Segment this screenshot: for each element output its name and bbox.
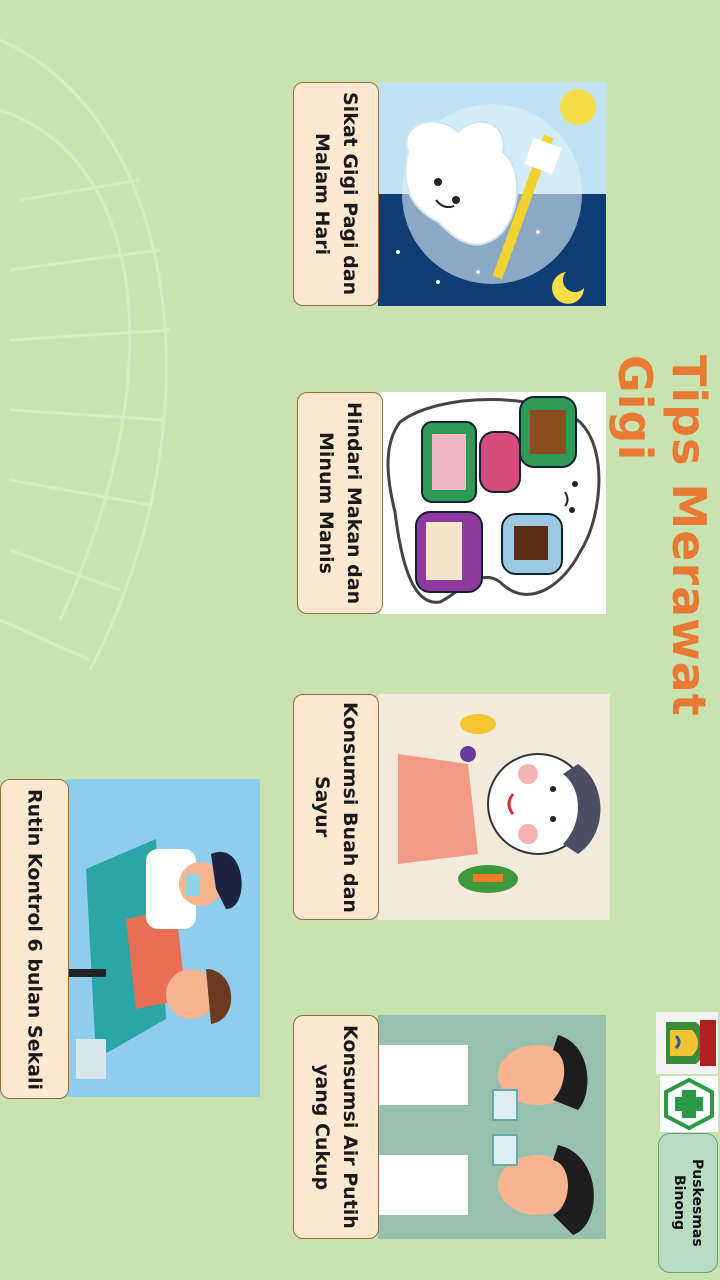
page-title: Tips Merawat Gigi [608,355,716,717]
city-emblem [656,1012,718,1074]
tip-water-label: Konsumsi Air Putih yang Cukup [293,1015,379,1239]
tip-water-image [378,1015,606,1239]
tip-sweets-label: Hindari Makan dan Minum Manis [297,392,383,614]
tip-checkup-image [66,779,260,1097]
emblem-icon [656,1012,718,1074]
tip-brush-label: Sikat Gigi Pagi dan Malam Hari [293,82,379,306]
poster-canvas: Tips Merawat Gigi Sikat Gigi Pagi dan Ma… [0,0,720,1280]
leaf-watermark [0,38,171,671]
tip-fruit-label: Konsumsi Buah dan Sayur [293,694,379,920]
puskesmas-badge: Puskesmas Binong [658,1133,718,1273]
tip-checkup-label: Rutin Kontrol 6 bulan Sekali [0,779,69,1099]
tip-brush-image [378,82,606,306]
puskesmas-logo [660,1076,718,1132]
tip-fruit-image [378,694,610,920]
health-cross-icon [660,1076,718,1132]
tip-sweets-image [380,392,606,614]
